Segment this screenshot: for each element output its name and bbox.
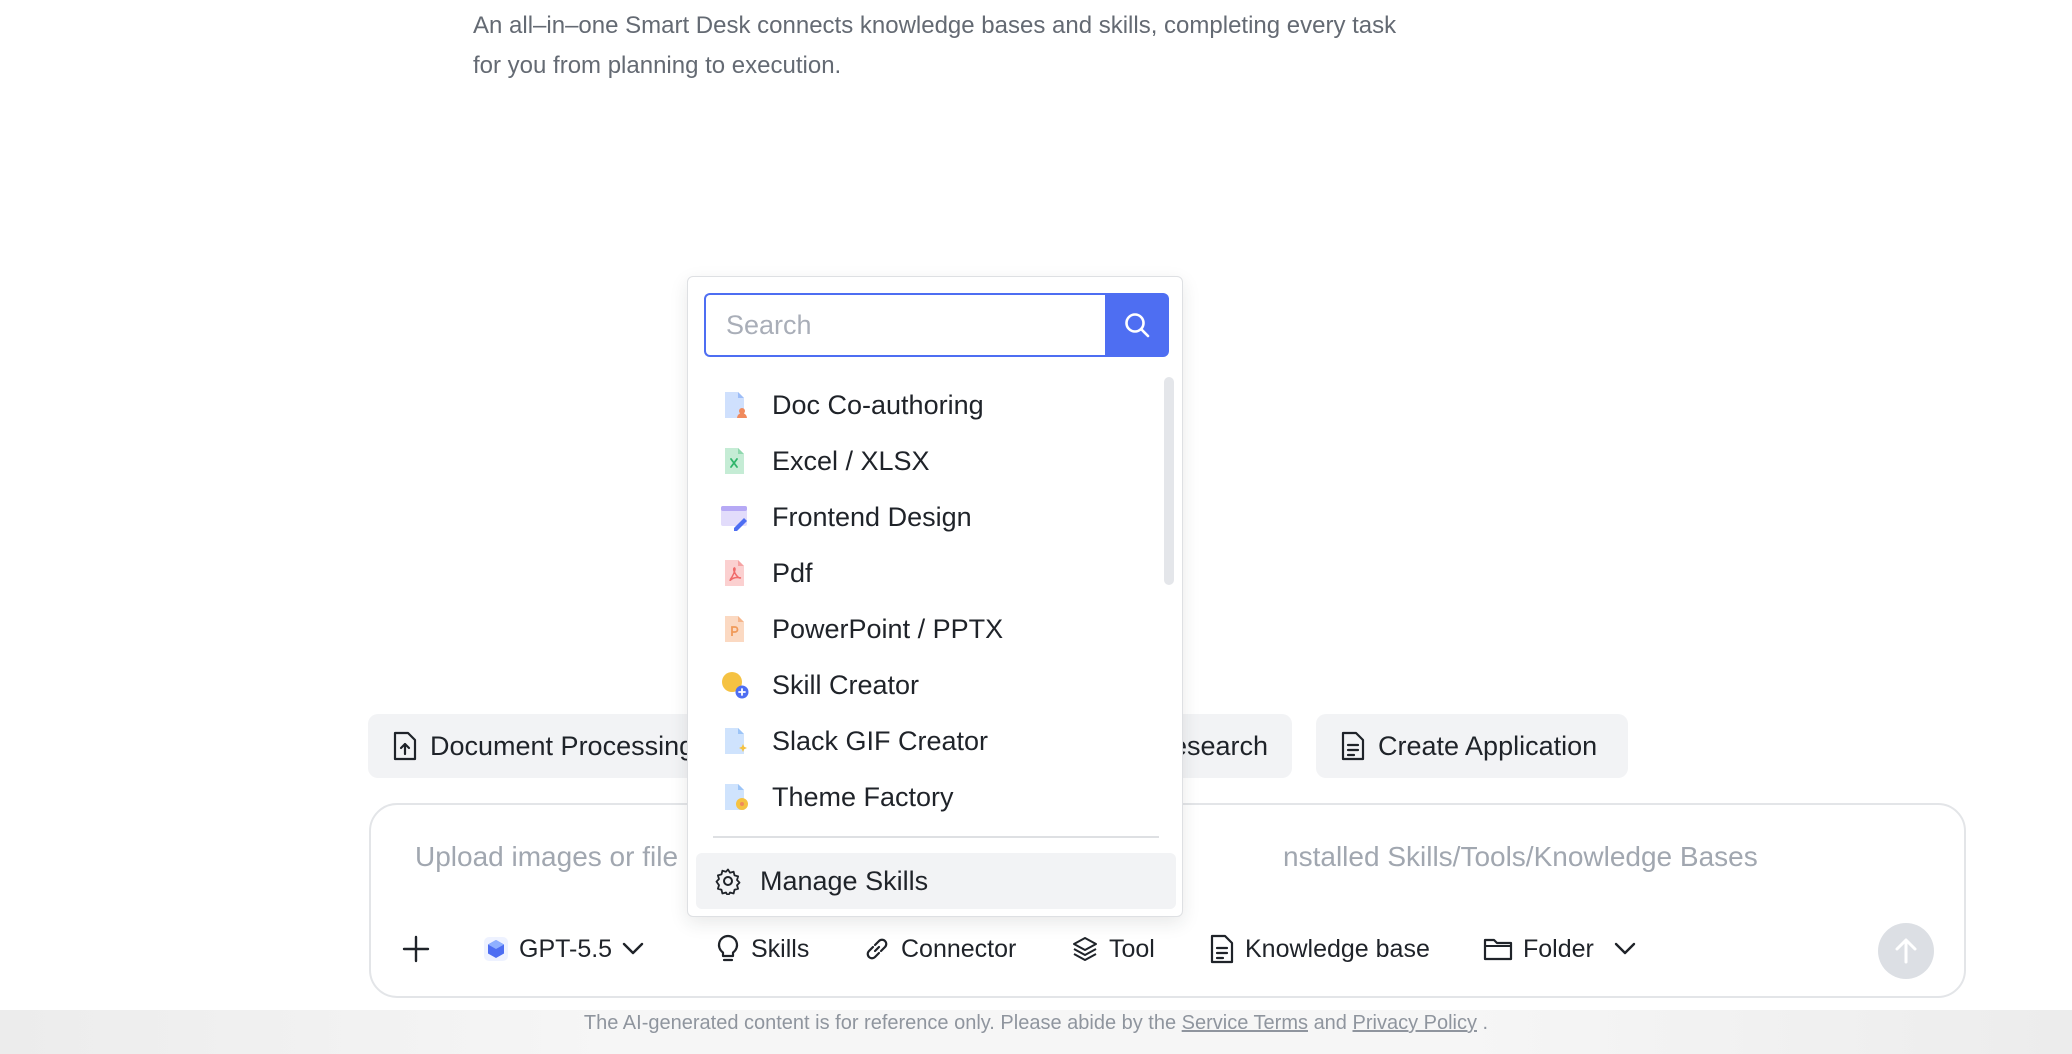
knowledge-base-label: Knowledge base xyxy=(1245,934,1430,963)
intro-line-2: for you from planning to execution. xyxy=(473,52,842,79)
footer-period: . xyxy=(1482,1012,1489,1034)
skill-label: Frontend Design xyxy=(772,501,972,532)
and-text: and xyxy=(1313,1012,1347,1034)
model-selector[interactable]: GPT-5.5 xyxy=(483,919,644,979)
send-button[interactable] xyxy=(1878,923,1934,979)
manage-skills-label: Manage Skills xyxy=(760,865,929,896)
intro-text: An all–in–one Smart Desk connects knowle… xyxy=(473,6,1493,86)
chevron-down-icon xyxy=(622,942,644,955)
search-button[interactable] xyxy=(1105,293,1169,357)
skill-item-doc-coauthoring[interactable]: Doc Co-authoring xyxy=(688,377,1158,433)
connector-button[interactable]: Connector xyxy=(863,919,1016,979)
skills-list-scrollbar[interactable] xyxy=(1164,377,1174,585)
knowledge-base-icon xyxy=(1210,934,1234,964)
skills-list: Doc Co-authoring Excel / XLSX Frontend D… xyxy=(688,377,1158,825)
skills-popover: Doc Co-authoring Excel / XLSX Frontend D… xyxy=(687,276,1183,917)
tool-label: Tool xyxy=(1109,934,1155,963)
lightbulb-icon xyxy=(717,934,739,962)
pdf-icon xyxy=(725,560,744,586)
skill-label: Theme Factory xyxy=(772,781,954,812)
folder-icon xyxy=(1483,938,1513,961)
slack-gif-icon xyxy=(725,728,747,754)
skill-label: Doc Co-authoring xyxy=(772,389,984,420)
skill-item-frontend-design[interactable]: Frontend Design xyxy=(688,489,1158,545)
skill-label: Slack GIF Creator xyxy=(772,725,989,756)
manage-skills-button[interactable]: Manage Skills xyxy=(696,853,1176,909)
disclaimer-footer: The AI-generated content is for referenc… xyxy=(0,1012,2072,1035)
skill-label: Pdf xyxy=(772,557,813,588)
folder-label: Folder xyxy=(1523,934,1594,963)
folder-selector[interactable]: Folder xyxy=(1483,919,1636,979)
smart-desk-page: An all–in–one Smart Desk connects knowle… xyxy=(0,0,2072,1054)
skill-item-powerpoint[interactable]: PowerPoint / PPTX xyxy=(688,601,1158,657)
service-terms-link[interactable]: Service Terms xyxy=(1182,1012,1308,1034)
skill-item-skill-creator[interactable]: Skill Creator xyxy=(688,657,1158,713)
privacy-policy-link[interactable]: Privacy Policy xyxy=(1353,1012,1477,1034)
skill-item-pdf[interactable]: Pdf xyxy=(688,545,1158,601)
document-processing-chip[interactable]: Document Processing xyxy=(368,714,723,778)
skill-item-excel[interactable]: Excel / XLSX xyxy=(688,433,1158,489)
tool-button[interactable]: Tool xyxy=(1071,919,1155,979)
skills-button[interactable]: Skills xyxy=(715,919,809,979)
theme-factory-icon xyxy=(725,784,748,810)
excel-icon xyxy=(725,448,744,474)
document-icon xyxy=(1341,731,1365,761)
skills-search xyxy=(704,293,1169,357)
research-label: esearch xyxy=(1171,730,1268,761)
skill-item-slack-gif-creator[interactable]: Slack GIF Creator xyxy=(688,713,1158,769)
skill-creator-icon xyxy=(722,672,749,699)
powerpoint-icon xyxy=(725,616,744,642)
skill-label: Skill Creator xyxy=(772,669,920,700)
composer-placeholder-right: nstalled Skills/Tools/Knowledge Bases xyxy=(1283,841,1758,872)
create-application-chip[interactable]: Create Application xyxy=(1316,714,1628,778)
document-upload-icon xyxy=(393,731,417,761)
link-icon xyxy=(866,938,888,960)
doc-coauthoring-icon xyxy=(725,392,747,418)
plus-icon xyxy=(402,935,430,963)
skill-label: PowerPoint / PPTX xyxy=(772,613,1004,644)
model-label: GPT-5.5 xyxy=(519,934,613,963)
add-attachment-button[interactable] xyxy=(401,919,431,979)
document-processing-label: Document Processing xyxy=(430,730,695,761)
create-application-label: Create Application xyxy=(1378,730,1598,761)
composer-toolbar: GPT-5.5 Skills Connector Tool Knowledge … xyxy=(371,919,1964,979)
layers-icon xyxy=(1073,937,1097,961)
composer-placeholder-left: Upload images or file xyxy=(415,841,679,872)
frontend-design-icon xyxy=(721,506,747,531)
gear-icon xyxy=(715,868,741,895)
disclaimer-text: The AI-generated content is for referenc… xyxy=(583,1012,1177,1034)
search-icon xyxy=(1125,313,1150,338)
popover-divider xyxy=(713,836,1159,838)
skills-label: Skills xyxy=(751,934,810,963)
intro-line-1: An all–in–one Smart Desk connects knowle… xyxy=(473,12,1397,39)
skill-label: Excel / XLSX xyxy=(772,445,930,476)
skill-item-theme-factory[interactable]: Theme Factory xyxy=(688,769,1158,825)
connector-label: Connector xyxy=(901,934,1017,963)
knowledge-base-button[interactable]: Knowledge base xyxy=(1209,919,1430,979)
arrow-up-icon xyxy=(1895,938,1917,964)
skills-search-input[interactable] xyxy=(704,293,1105,357)
chevron-down-icon xyxy=(1614,942,1636,955)
model-icon xyxy=(484,937,508,961)
